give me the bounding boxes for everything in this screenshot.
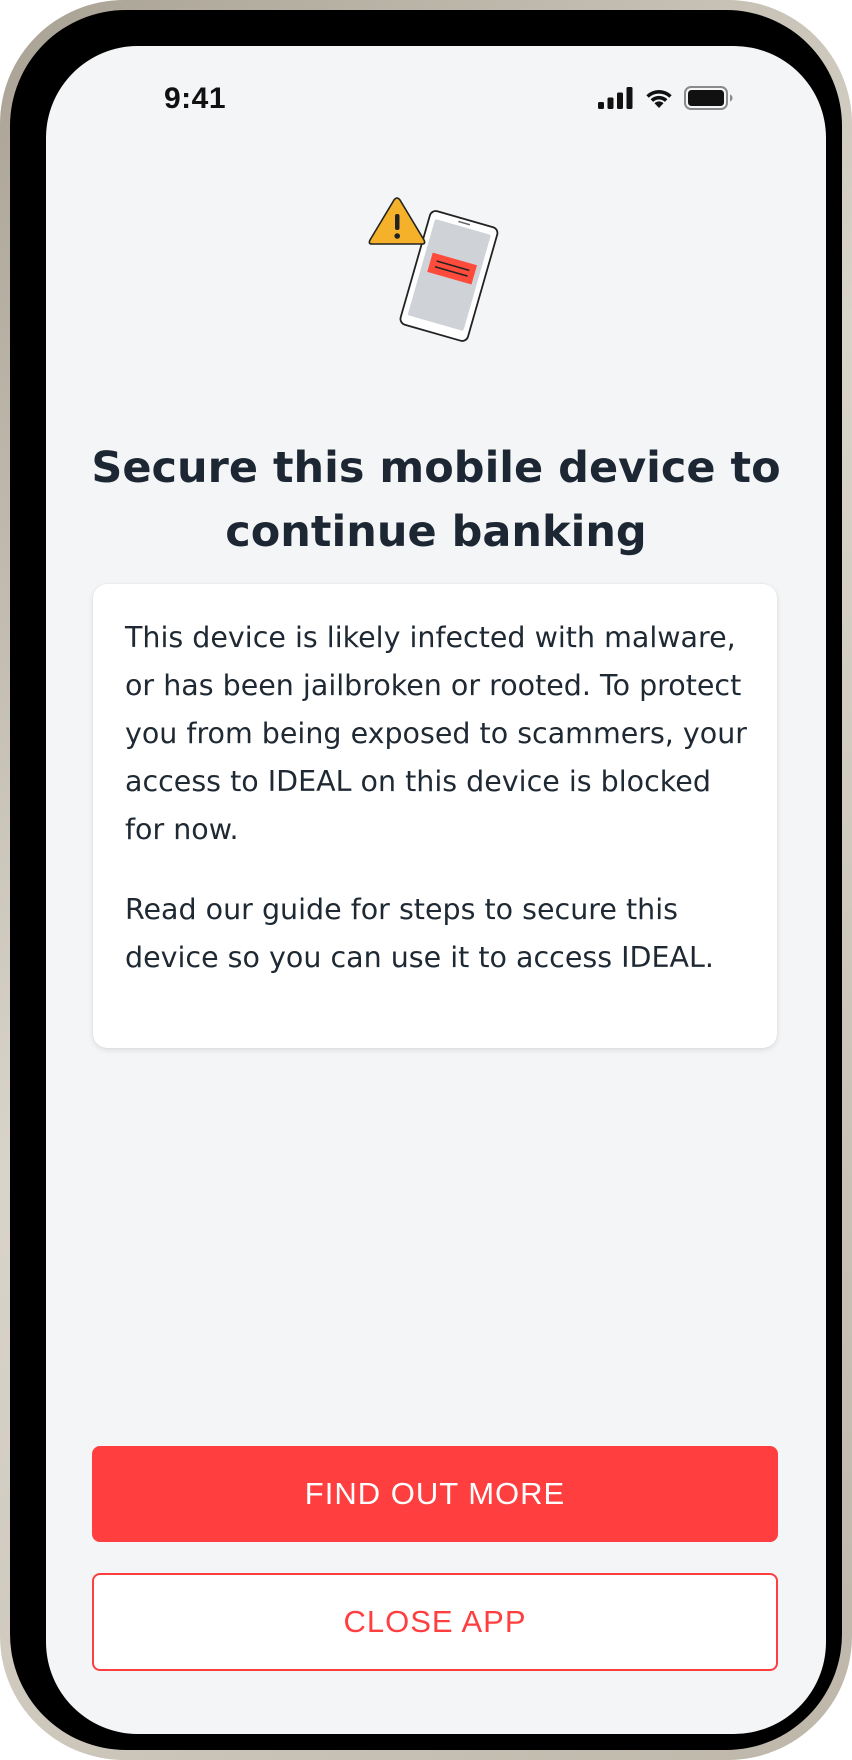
app-screen: 9:41 Secure this mobile device to contin… [46,46,826,1734]
guide-text: Read our guide for steps to secure this … [125,893,714,974]
signal-icon [598,87,633,109]
phone-frame: 9:41 Secure this mobile device to contin… [0,0,852,1760]
battery-icon [684,86,733,110]
malware-warning-text: This device is likely infected with malw… [125,621,748,846]
info-card: This device is likely infected with malw… [93,584,777,1048]
status-bar: 9:41 [46,46,826,156]
device-warning-illustration [366,196,506,356]
find-out-more-button[interactable]: FIND OUT MORE [92,1446,778,1542]
status-icons [598,86,734,110]
page-title: Secure this mobile device to continue ba… [91,443,781,557]
status-time: 9:41 [164,82,227,115]
wifi-icon [646,89,672,108]
close-app-button[interactable]: CLOSE APP [92,1573,778,1671]
warning-icon [368,197,426,245]
phone-bezel: 9:41 Secure this mobile device to contin… [10,10,842,1750]
